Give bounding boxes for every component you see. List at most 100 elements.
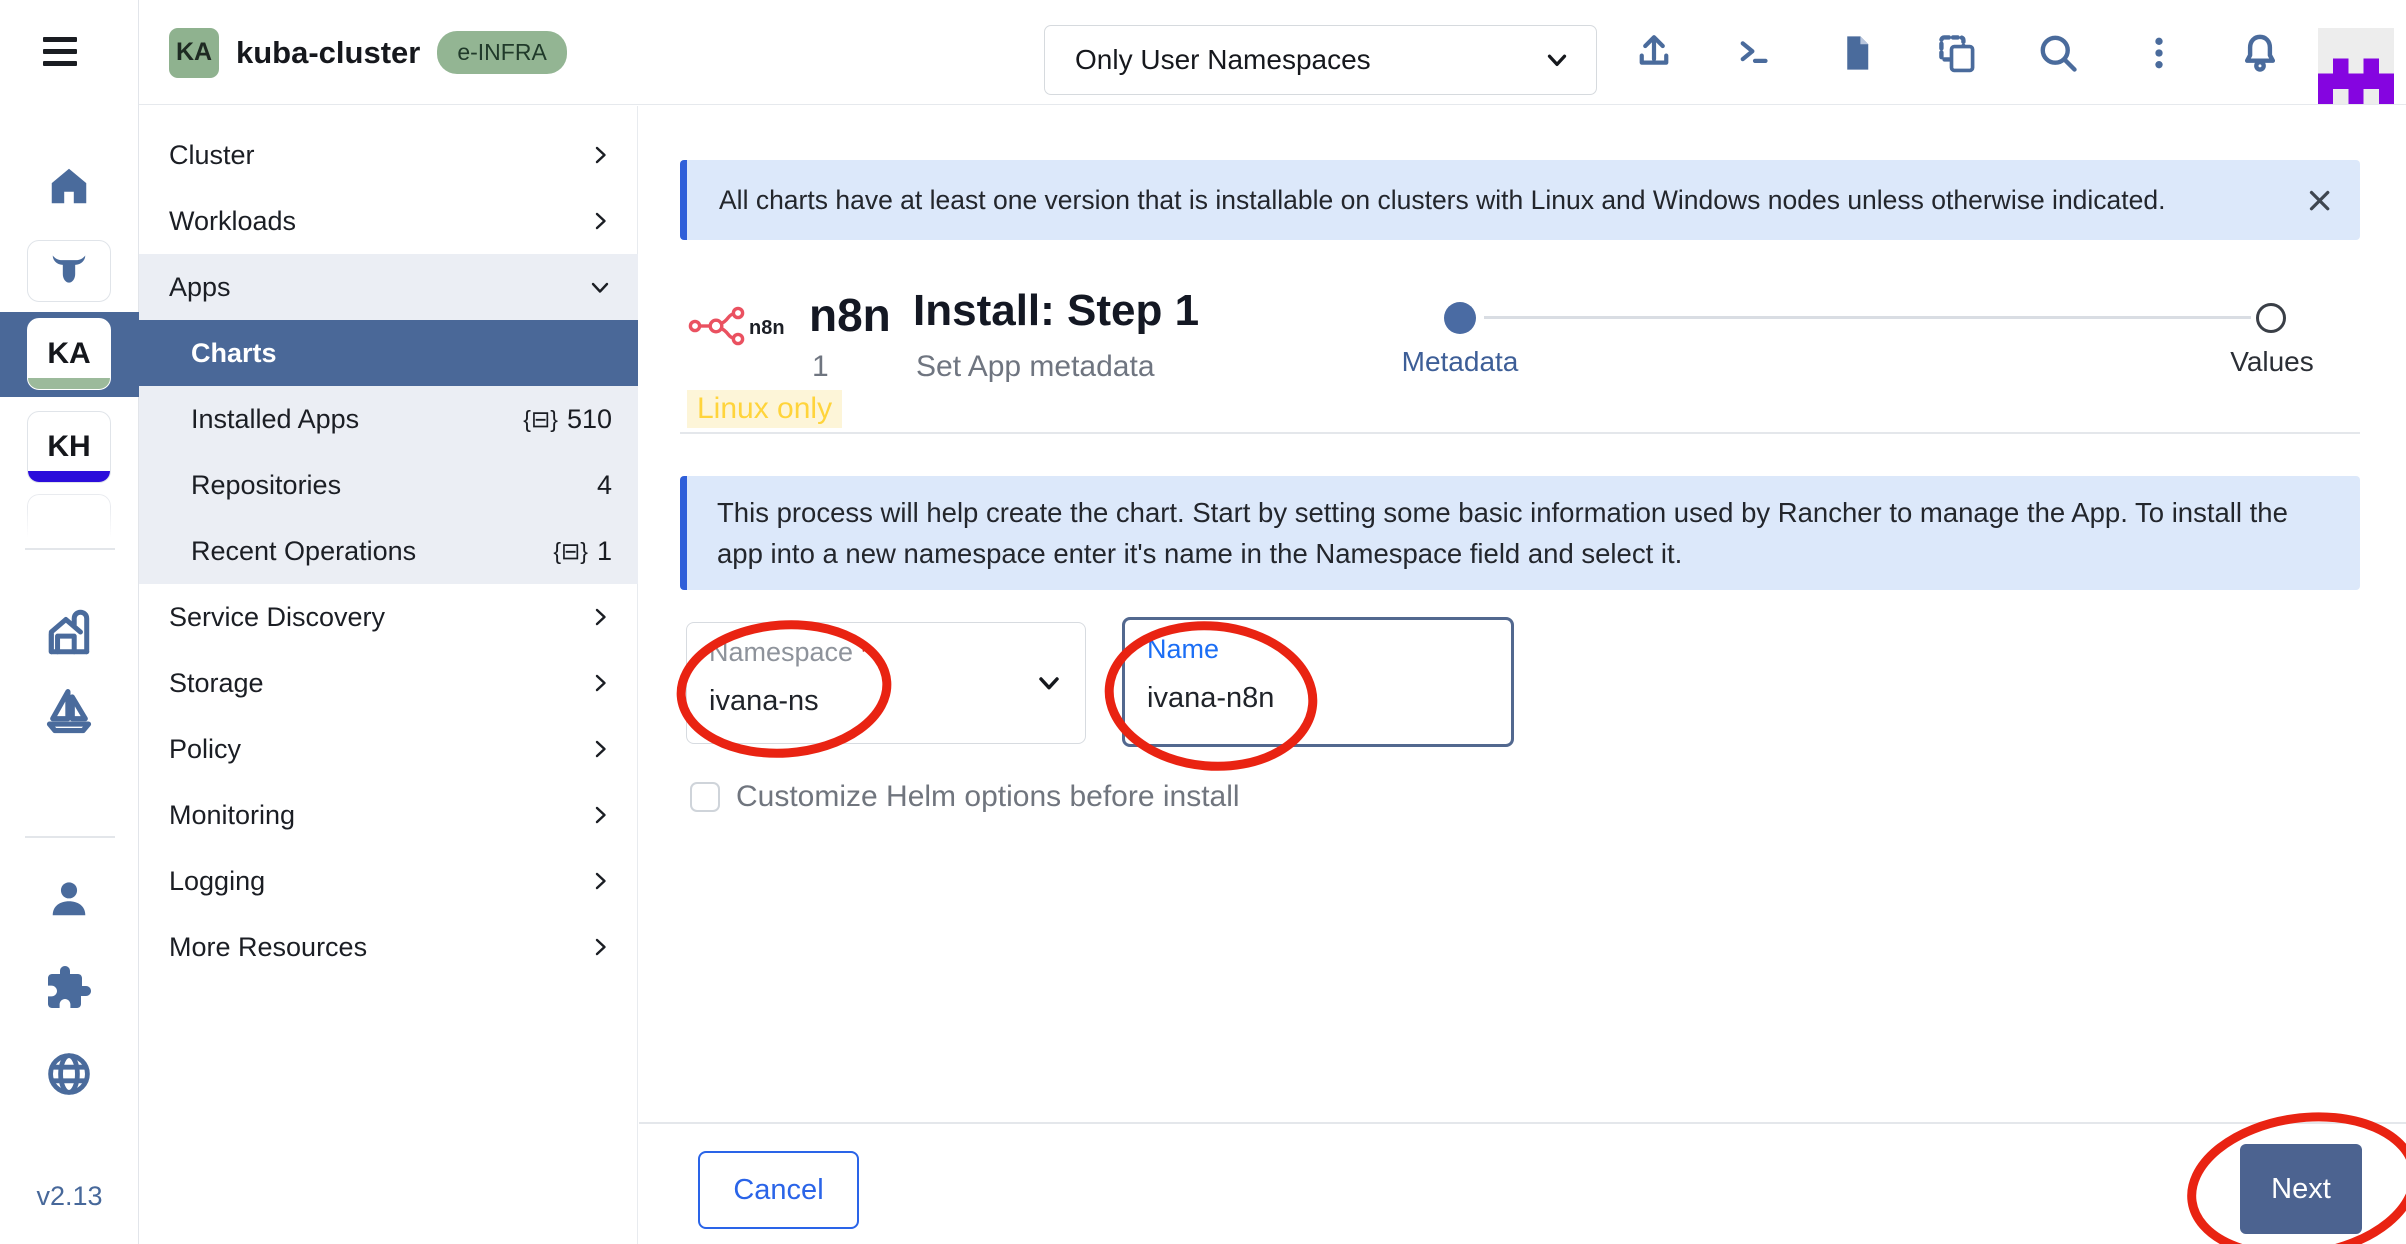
close-icon[interactable]	[2304, 185, 2334, 215]
chevron-right-icon	[588, 803, 612, 827]
snapshot-icon[interactable]	[1935, 31, 1979, 75]
cancel-button[interactable]: Cancel	[698, 1151, 859, 1229]
customize-helm-label: Customize Helm options before install	[736, 780, 1240, 814]
charts-info-banner: All charts have at least one version tha…	[680, 160, 2360, 240]
sidebar-item-service-discovery[interactable]: Service Discovery	[139, 584, 638, 650]
n8n-logo: n8n	[687, 302, 797, 350]
namespace-value: ivana-ns	[709, 685, 819, 718]
sidebar-item-label: Workloads	[169, 206, 296, 237]
item-count: 510	[567, 404, 612, 435]
sidebar-item-logging[interactable]: Logging	[139, 848, 638, 914]
user-avatar-identicon[interactable]	[2318, 28, 2394, 104]
sidebar-nav: Cluster Workloads Apps Charts Installed …	[139, 106, 638, 1244]
linux-only-badge: Linux only	[687, 390, 842, 428]
kubectl-shell-icon[interactable]	[1733, 31, 1777, 75]
resource-count-icon: {⊟}	[553, 538, 588, 565]
rail-divider	[25, 836, 115, 838]
sidebar-item-apps[interactable]: Apps	[139, 254, 638, 320]
cluster-initials: KH	[47, 430, 90, 464]
sidebar-item-label: Logging	[169, 866, 265, 897]
sidebar-item-storage[interactable]: Storage	[139, 650, 638, 716]
sidebar-item-label: Apps	[169, 272, 231, 303]
chart-version: 1	[812, 350, 829, 384]
name-label: Name	[1147, 634, 1219, 665]
sidebar-item-more-resources[interactable]: More Resources	[139, 914, 638, 980]
cluster-header: KA kuba-cluster e-INFRA	[169, 0, 567, 105]
required-mark: *	[861, 637, 872, 667]
sidebar-item-workloads[interactable]: Workloads	[139, 188, 638, 254]
chevron-down-icon	[588, 275, 612, 299]
cluster-shortcut-ka[interactable]: KA	[27, 318, 111, 390]
process-info-banner: This process will help create the chart.…	[680, 476, 2360, 590]
top-bar: KA kuba-cluster e-INFRA Only User Namesp…	[139, 0, 2406, 105]
sidebar-item-installed-apps[interactable]: Installed Apps {⊟} 510	[139, 386, 638, 452]
sidebar-item-recent-operations[interactable]: Recent Operations {⊟}1	[139, 518, 638, 584]
namespace-filter-value: Only User Namespaces	[1075, 44, 1371, 76]
fleet-boat-icon[interactable]	[43, 684, 95, 736]
chevron-down-icon	[1033, 667, 1065, 699]
notification-bell-icon[interactable]	[2238, 31, 2282, 75]
file-icon[interactable]	[1834, 31, 1878, 75]
namespace-select[interactable]: Namespace * ivana-ns	[686, 622, 1086, 744]
extensions-puzzle-icon[interactable]	[43, 962, 95, 1014]
sidebar-item-monitoring[interactable]: Monitoring	[139, 782, 638, 848]
sidebar-item-label: Policy	[169, 734, 241, 765]
globe-icon[interactable]	[43, 1048, 95, 1100]
chevron-right-icon	[588, 209, 612, 233]
sidebar-item-label: Service Discovery	[169, 602, 385, 633]
upload-icon[interactable]	[1632, 31, 1676, 75]
step-label-values[interactable]: Values	[2182, 346, 2362, 378]
main-content: All charts have at least one version tha…	[639, 106, 2406, 1244]
chevron-right-icon	[588, 605, 612, 629]
sidebar-item-label: Monitoring	[169, 800, 295, 831]
resource-count-icon: {⊟}	[523, 406, 558, 433]
cluster-manager-icon[interactable]	[27, 240, 111, 302]
customize-helm-checkbox[interactable]	[690, 782, 720, 812]
cluster-color-strip	[28, 471, 110, 482]
name-input[interactable]: Name ivana-n8n	[1122, 617, 1514, 747]
search-icon[interactable]	[2036, 31, 2080, 75]
step-values-ring[interactable]	[2256, 303, 2286, 333]
cluster-shortcut-ghost	[27, 494, 111, 540]
cluster-shortcut-kh[interactable]: KH	[27, 411, 111, 483]
banner-text: This process will help create the chart.…	[717, 497, 2288, 569]
sidebar-item-label: Recent Operations	[191, 536, 416, 567]
rancher-version[interactable]: v2.13	[0, 1181, 139, 1212]
wizard-title: Install: Step 1	[913, 286, 1199, 336]
sidebar-item-label: Repositories	[191, 470, 341, 501]
top-bar-actions	[1632, 0, 2282, 105]
sidebar-item-cluster[interactable]: Cluster	[139, 122, 638, 188]
name-value: ivana-n8n	[1147, 682, 1274, 715]
namespace-filter-dropdown[interactable]: Only User Namespaces	[1044, 25, 1597, 95]
sidebar-item-policy[interactable]: Policy	[139, 716, 638, 782]
chevron-right-icon	[588, 143, 612, 167]
step-metadata-dot[interactable]	[1444, 302, 1476, 334]
sidebar-item-label: Installed Apps	[191, 404, 359, 435]
banner-text: All charts have at least one version tha…	[719, 185, 2166, 216]
sidebar-item-label: Cluster	[169, 140, 255, 171]
next-button[interactable]: Next	[2240, 1144, 2362, 1234]
cluster-avatar: KA	[169, 28, 219, 78]
sidebar-item-repositories[interactable]: Repositories 4	[139, 452, 638, 518]
chevron-right-icon	[588, 869, 612, 893]
harvester-icon[interactable]	[43, 606, 95, 658]
home-icon[interactable]	[43, 160, 95, 212]
cluster-badge: e-INFRA	[437, 31, 566, 74]
sidebar-item-charts[interactable]: Charts	[139, 320, 638, 386]
customize-helm-row: Customize Helm options before install	[690, 780, 1240, 814]
cluster-name: kuba-cluster	[236, 35, 420, 71]
stepper-line	[1484, 316, 2251, 319]
user-icon[interactable]	[43, 873, 95, 925]
sidebar-item-label: More Resources	[169, 932, 367, 963]
sidebar-item-label: Charts	[191, 338, 277, 369]
section-divider	[680, 432, 2360, 434]
left-rail: KA KH v2.13	[0, 0, 139, 1244]
wizard-subtitle: Set App metadata	[916, 350, 1155, 384]
namespace-label: Namespace *	[709, 637, 871, 668]
cluster-color-strip	[28, 378, 110, 389]
menu-toggle-icon[interactable]	[43, 37, 77, 68]
step-label-metadata[interactable]: Metadata	[1370, 346, 1550, 378]
kebab-menu-icon[interactable]	[2137, 31, 2181, 75]
chevron-right-icon	[588, 737, 612, 761]
rail-divider	[25, 548, 115, 550]
